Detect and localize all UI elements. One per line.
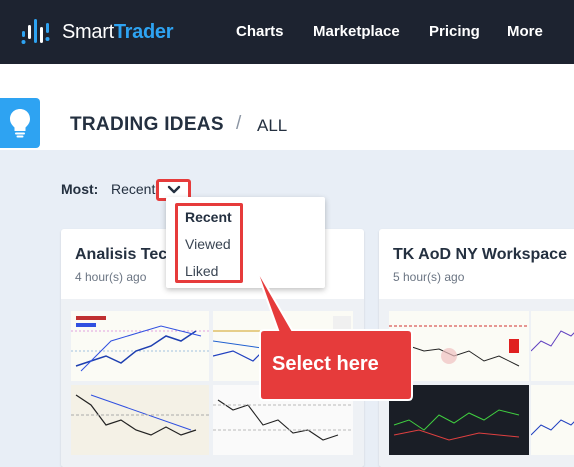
logo-text-part2: Trader <box>113 20 174 43</box>
chart-thumbnail <box>71 311 209 381</box>
card-time: 5 hour(s) ago <box>393 270 465 284</box>
filter-all-link[interactable]: ALL <box>257 116 287 136</box>
nav-marketplace[interactable]: Marketplace <box>313 23 400 40</box>
logo-text-part1: Smart <box>62 20 114 43</box>
lightbulb-tile <box>0 98 40 148</box>
lightbulb-icon <box>10 109 30 138</box>
chart-thumbnail <box>531 385 574 455</box>
page-header <box>0 64 574 150</box>
chart-thumbnail <box>389 385 529 455</box>
nav-more[interactable]: More <box>507 23 543 40</box>
sort-label: Most: <box>61 181 99 197</box>
nav-pricing[interactable]: Pricing <box>429 23 480 40</box>
sort-option-liked[interactable]: Liked <box>185 263 218 279</box>
card-title[interactable]: TK AoD NY Workspace <box>393 246 567 264</box>
callout-text: Select here <box>272 353 379 375</box>
smarttrader-logo[interactable]: SmartTrader <box>20 14 173 50</box>
top-navbar: SmartTrader Charts Marketplace Pricing M… <box>0 0 574 64</box>
logo-icon <box>21 19 50 44</box>
logo-text: SmartTrader <box>62 21 173 44</box>
chart-thumbnail <box>213 385 353 455</box>
card-thumbnail[interactable] <box>379 299 574 467</box>
title-separator: / <box>236 113 242 134</box>
sort-option-viewed[interactable]: Viewed <box>185 236 231 252</box>
idea-card[interactable]: TK AoD NY Workspace 5 hour(s) ago <box>379 229 574 467</box>
card-time: 4 hour(s) ago <box>75 270 147 284</box>
card-title[interactable]: Analisis Tec <box>75 246 167 264</box>
sort-option-recent[interactable]: Recent <box>185 209 232 225</box>
chart-thumbnail <box>531 311 574 381</box>
chart-thumbnail <box>71 385 209 455</box>
page-title: TRADING IDEAS <box>70 114 224 135</box>
nav-charts[interactable]: Charts <box>236 23 284 40</box>
chevron-down-icon <box>167 185 181 194</box>
chart-thumbnail <box>389 311 529 381</box>
sort-value[interactable]: Recent <box>111 181 155 197</box>
card-thumbnail[interactable] <box>61 299 364 467</box>
